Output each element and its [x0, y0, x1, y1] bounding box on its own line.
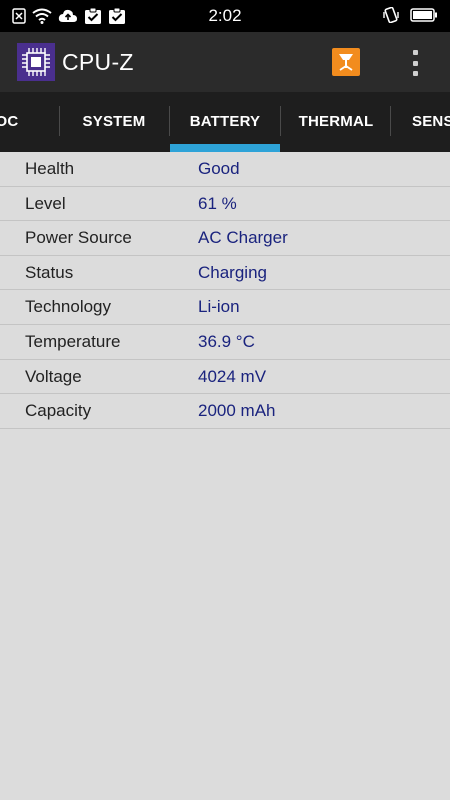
row-value: 36.9 °C [198, 331, 255, 351]
overflow-menu-icon[interactable] [405, 48, 425, 78]
row-label: Power Source [25, 228, 132, 248]
row-label: Health [25, 159, 75, 178]
row-label: Capacity [25, 401, 92, 421]
row-value: Charging [198, 262, 267, 282]
tab-system[interactable]: SYSTEM [59, 92, 169, 152]
list-item: Health Good [0, 152, 450, 187]
row-value: 2000 mAh [198, 401, 276, 421]
status-right-icons [382, 7, 438, 23]
tab-indicator [170, 144, 280, 152]
tab-bar: OC SYSTEM BATTERY THERMAL SENS [0, 92, 450, 152]
app-title: CPU-Z [62, 49, 134, 75]
tab-battery[interactable]: BATTERY [170, 92, 280, 152]
row-value: 61 % [198, 193, 237, 213]
list-item: Power Source AC Charger [0, 221, 450, 256]
row-label: Technology [25, 297, 112, 317]
list-item: Level 61 % [0, 187, 450, 222]
list-item: Status Charging [0, 256, 450, 291]
row-label: Voltage [25, 366, 82, 386]
row-value: 4024 mV [198, 366, 267, 386]
list-item: Temperature 36.9 °C [0, 325, 450, 360]
battery-icon [410, 8, 437, 22]
row-value: Li-ion [198, 297, 240, 317]
status-bar: 2:02 [0, 0, 450, 32]
row-value: AC Charger [198, 228, 288, 248]
battery-info-list: Health Good Level 61 % Power Source AC C… [0, 152, 450, 429]
tab-sensors[interactable]: SENS [390, 92, 450, 152]
tab-thermal[interactable]: THERMAL [281, 92, 391, 152]
tab-soc[interactable]: OC [0, 92, 62, 152]
list-item: Capacity 2000 mAh [0, 394, 450, 429]
list-item: Voltage 4024 mV [0, 360, 450, 395]
list-item: Technology Li-ion [0, 290, 450, 325]
row-label: Level [25, 193, 66, 213]
cpu-chip-icon [17, 43, 55, 81]
vibrate-icon [383, 7, 399, 23]
app-bar: CPU-Z [0, 32, 450, 92]
row-label: Status [25, 262, 74, 282]
row-value: Good [198, 159, 240, 178]
row-label: Temperature [25, 331, 121, 351]
validate-icon[interactable] [332, 48, 360, 76]
